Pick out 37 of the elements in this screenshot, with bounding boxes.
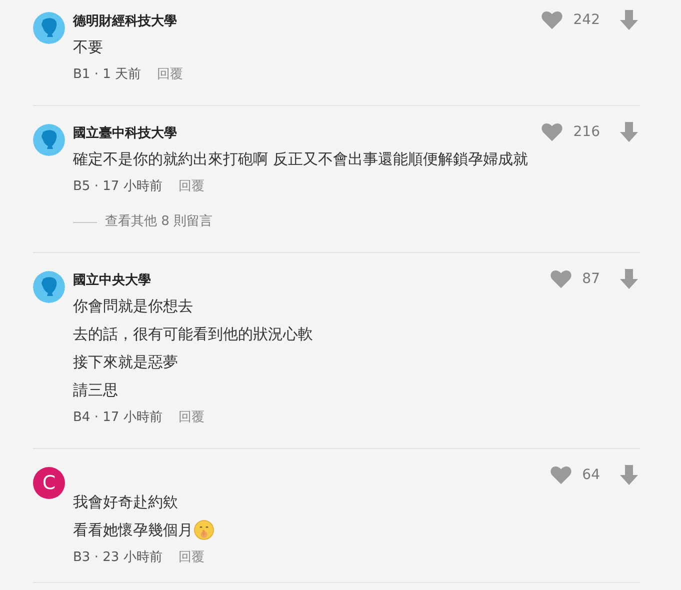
- like-count: 87: [582, 271, 600, 287]
- down-arrow-icon[interactable]: [620, 465, 638, 485]
- avatar-icon[interactable]: [33, 12, 65, 44]
- reply-link[interactable]: 回覆: [157, 61, 183, 89]
- heart-icon[interactable]: [541, 122, 564, 142]
- heart-icon[interactable]: [550, 269, 572, 289]
- comment-text: 請三思: [73, 380, 119, 401]
- like-count: 64: [582, 467, 600, 483]
- like-count: 242: [573, 12, 600, 28]
- comment-meta: B5 · 17 小時前: [73, 178, 162, 196]
- avatar[interactable]: C: [33, 467, 65, 499]
- comment-meta: B1 · 1 天前: [73, 66, 141, 84]
- author-name[interactable]: 國立中央大學: [73, 271, 550, 291]
- view-replies-link[interactable]: 查看其他 8 則留言: [105, 208, 213, 236]
- author-name[interactable]: 國立臺中科技大學: [73, 124, 542, 144]
- heart-icon[interactable]: [541, 10, 564, 30]
- like-count: 216: [573, 124, 600, 140]
- comment-text: 你會問就是你想去: [73, 296, 194, 317]
- reply-link[interactable]: 回覆: [178, 173, 204, 201]
- comment-text: 確定不是你的就約出來打砲啊 反正又不會出事還能順便解鎖孕婦成就: [73, 149, 529, 170]
- down-arrow-icon[interactable]: [620, 269, 638, 289]
- reply-link[interactable]: 回覆: [178, 544, 204, 572]
- shushing-face-icon: [194, 520, 214, 540]
- reply-link[interactable]: 回覆: [178, 404, 204, 432]
- comment-text: 接下來就是惡夢: [73, 352, 179, 373]
- comment-text: 不要: [73, 37, 104, 58]
- comment-text: 去的話，很有可能看到他的狀況心軟: [73, 324, 314, 345]
- comment-text: 我會好奇赴約欸: [73, 492, 179, 513]
- avatar-icon[interactable]: [33, 124, 65, 156]
- down-arrow-icon[interactable]: [620, 122, 638, 142]
- author-name[interactable]: 德明財經科技大學: [73, 12, 542, 32]
- down-arrow-icon[interactable]: [620, 10, 638, 30]
- heart-icon[interactable]: [550, 465, 572, 485]
- comment-meta: B3 · 23 小時前: [73, 549, 162, 567]
- avatar-icon[interactable]: [33, 271, 65, 303]
- comment-meta: B4 · 17 小時前: [73, 409, 162, 427]
- comment-text: 看看她懷孕幾個月: [73, 516, 550, 544]
